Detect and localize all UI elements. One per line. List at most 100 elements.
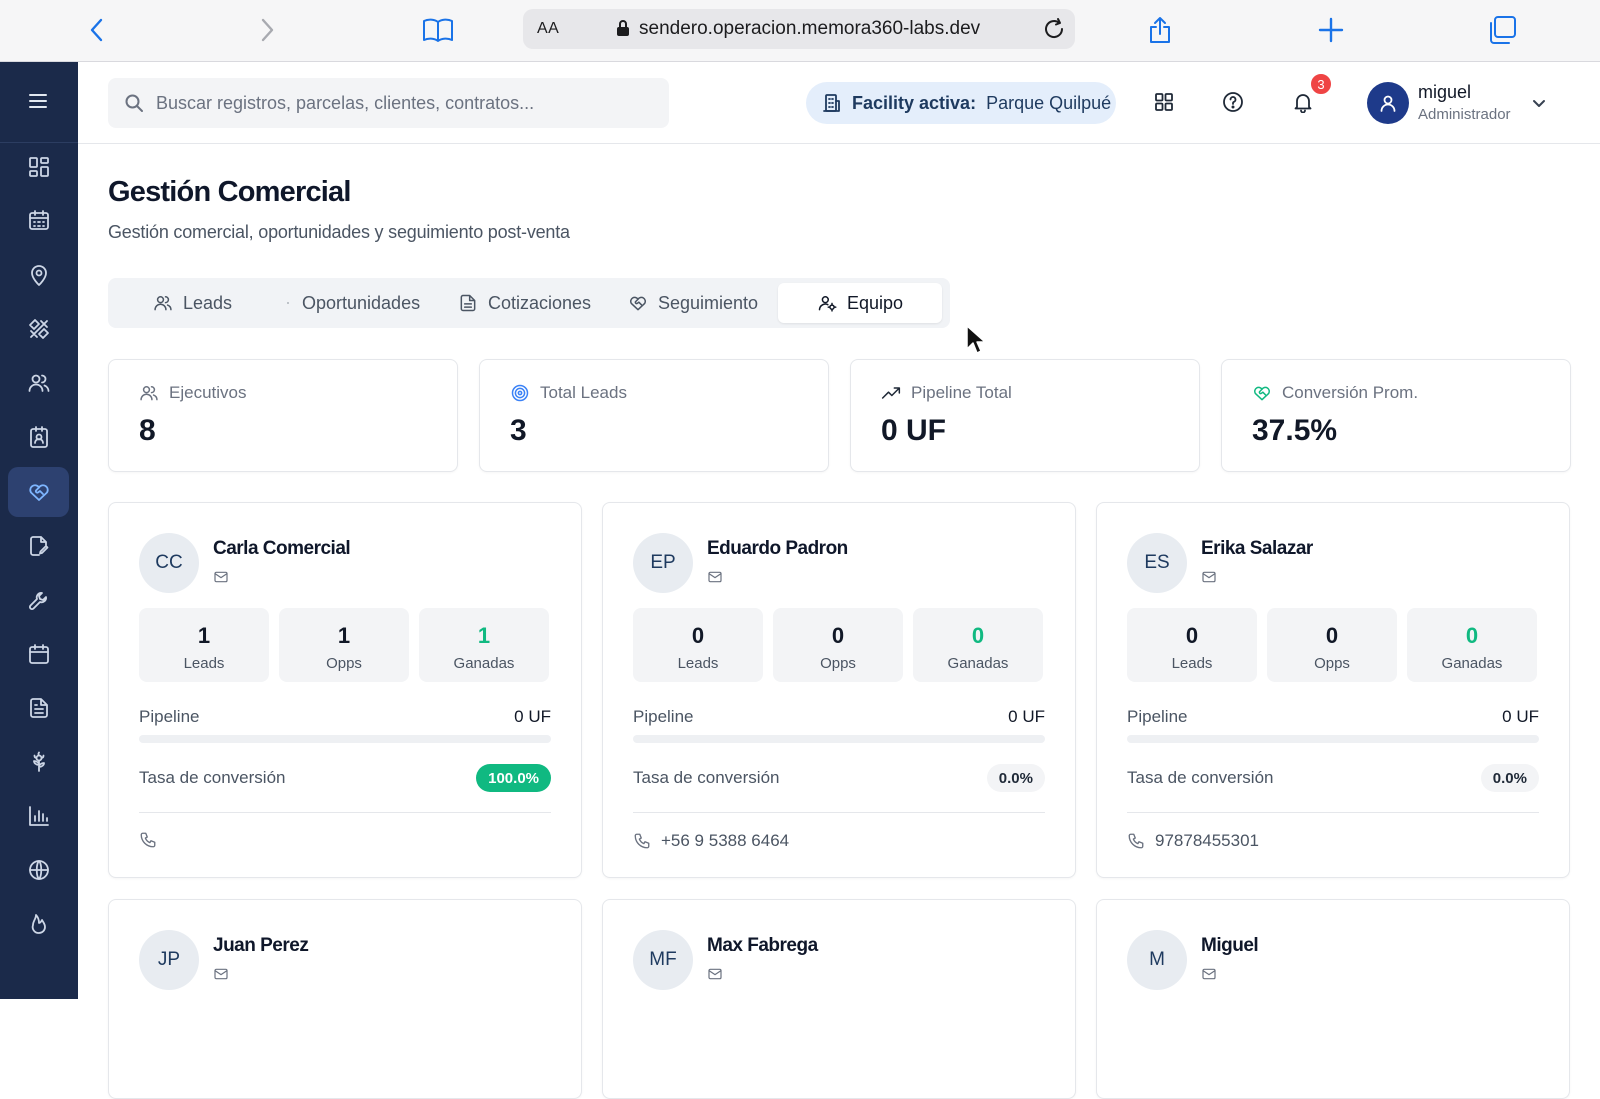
bar-chart-icon — [28, 806, 49, 826]
forward-icon[interactable] — [250, 13, 284, 47]
search-input[interactable] — [156, 78, 656, 128]
pipeline-progress-bar — [633, 735, 1045, 743]
sidebar-item-flame[interactable] — [8, 899, 69, 949]
sidebar-item-wrench[interactable] — [8, 575, 69, 625]
sidebar-item-edit-document[interactable] — [8, 521, 69, 571]
user-avatar[interactable] — [1367, 82, 1409, 124]
tab-label: Seguimiento — [658, 292, 759, 313]
tab-label: Leads — [183, 292, 233, 313]
user-name[interactable]: miguel — [1418, 82, 1471, 103]
team-member-card[interactable]: M Miguel — [1096, 899, 1570, 1099]
sidebar-item-globe[interactable] — [8, 845, 69, 895]
new-tab-icon[interactable] — [1314, 13, 1348, 47]
heart-handshake-icon — [630, 296, 646, 311]
member-avatar: ES — [1127, 533, 1187, 593]
metric-box: 0 Leads — [633, 608, 763, 682]
metric-label: Leads — [1171, 655, 1213, 672]
tab-oportunidades[interactable]: Oportunidades — [284, 283, 420, 323]
sidebar-item-map-pin[interactable] — [8, 250, 69, 300]
facility-selector[interactable]: Facility activa: Parque Quilpué — [806, 82, 1116, 124]
bookmarks-icon[interactable] — [421, 13, 455, 47]
sidebar — [0, 62, 78, 999]
tab-cotizaciones[interactable]: Cotizaciones — [458, 283, 591, 323]
share-icon[interactable] — [1143, 13, 1177, 47]
notification-badge: 3 — [1309, 72, 1333, 96]
member-name: Carla Comercial — [213, 538, 351, 559]
member-name: Miguel — [1201, 935, 1259, 956]
tab-equipo[interactable]: Equipo — [778, 283, 942, 323]
team-member-card[interactable]: EP Eduardo Padron 0 Leads 0 Opps 0 Ganadas Pipel… — [602, 502, 1076, 878]
metric-label: Leads — [677, 655, 719, 672]
page-subtitle: Gestión comercial, oportunidades y segui… — [108, 222, 570, 242]
stat-value: 0 UF — [881, 414, 947, 447]
address-bar[interactable]: AA sendero.operacion.memora360-labs.dev — [523, 9, 1075, 49]
phone-icon — [140, 832, 156, 848]
help-icon[interactable] — [1222, 91, 1244, 113]
stat-value: 37.5% — [1252, 414, 1338, 447]
trending-up-icon — [881, 387, 901, 399]
metric-label: Ganadas — [453, 655, 515, 672]
sidebar-item-heart-handshake[interactable] — [8, 467, 69, 517]
email-link[interactable] — [707, 966, 723, 982]
sidebar-item-contact-card[interactable] — [8, 412, 69, 462]
metric-box: 0 Ganadas — [1407, 608, 1537, 682]
sidebar-item-tools[interactable] — [8, 304, 69, 354]
conversion-badge: 0.0% — [986, 764, 1045, 792]
globe-icon — [28, 860, 49, 880]
sidebar-item-calendar-grid[interactable] — [8, 195, 69, 245]
stat-label: Ejecutivos — [139, 383, 246, 403]
tab-leads[interactable]: Leads — [153, 283, 232, 323]
tab-label: Cotizaciones — [488, 292, 592, 313]
metric-label: Opps — [326, 655, 362, 672]
tools-icon — [28, 319, 49, 339]
team-member-card[interactable]: CC Carla Comercial 1 Leads 1 Opps 1 Ganadas Pipe… — [108, 502, 582, 878]
calendar-icon — [28, 644, 49, 664]
metric-label: Ganadas — [947, 655, 1009, 672]
metric-value: 0 — [971, 623, 985, 648]
stat-label: Total Leads — [510, 383, 627, 403]
chevron-down-icon[interactable] — [1531, 95, 1547, 111]
sidebar-item-bar-chart[interactable] — [8, 791, 69, 841]
phone-row[interactable] — [139, 831, 167, 849]
building-icon — [822, 93, 842, 113]
users-icon — [140, 386, 158, 401]
team-member-card[interactable]: JP Juan Perez — [108, 899, 582, 1099]
sidebar-item-flower[interactable] — [8, 737, 69, 787]
team-member-card[interactable]: ES Erika Salazar 0 Leads 0 Opps 0 Ganadas Pipeli… — [1096, 502, 1570, 878]
phone-row[interactable]: +56 9 5388 6464 — [633, 831, 789, 851]
apps-grid-icon[interactable] — [1153, 91, 1175, 113]
tab-seguimiento[interactable]: Seguimiento — [628, 283, 758, 323]
divider — [139, 812, 551, 813]
users-icon — [154, 296, 172, 311]
email-link[interactable] — [213, 569, 229, 585]
metric-label: Ganadas — [1441, 655, 1503, 672]
sidebar-item-document[interactable] — [8, 683, 69, 733]
member-avatar: EP — [633, 533, 693, 593]
pipeline-value: 0 UF — [1502, 707, 1539, 726]
sidebar-item-calendar[interactable] — [8, 629, 69, 679]
back-icon[interactable] — [80, 13, 114, 47]
phone-row[interactable]: 97878455301 — [1127, 831, 1259, 851]
sidebar-item-users[interactable] — [8, 358, 69, 408]
pipeline-progress-bar — [1127, 735, 1539, 743]
heart-handshake-icon — [28, 484, 49, 501]
email-link[interactable] — [213, 966, 229, 982]
metric-box: 0 Opps — [1267, 608, 1397, 682]
email-link[interactable] — [1201, 569, 1217, 585]
member-name: Max Fabrega — [707, 935, 818, 956]
reload-icon[interactable] — [1041, 16, 1067, 42]
hamburger-menu-icon[interactable] — [27, 92, 49, 110]
dashboard-icon — [28, 157, 49, 177]
notifications-bell-icon[interactable] — [1292, 91, 1314, 113]
text-size-button[interactable]: AA — [537, 20, 559, 38]
sidebar-item-dashboard[interactable] — [8, 142, 69, 192]
tabs-overview-icon[interactable] — [1485, 13, 1519, 47]
app-header: Facility activa: Parque Quilpué 3 miguel… — [78, 62, 1600, 144]
email-link[interactable] — [707, 569, 723, 585]
team-member-card[interactable]: MF Max Fabrega — [602, 899, 1076, 1099]
search-box[interactable] — [108, 78, 669, 128]
browser-toolbar: AA sendero.operacion.memora360-labs.dev — [0, 0, 1600, 62]
mail-icon — [1202, 968, 1216, 980]
email-link[interactable] — [1201, 966, 1217, 982]
pipeline-value: 0 UF — [1008, 707, 1045, 726]
